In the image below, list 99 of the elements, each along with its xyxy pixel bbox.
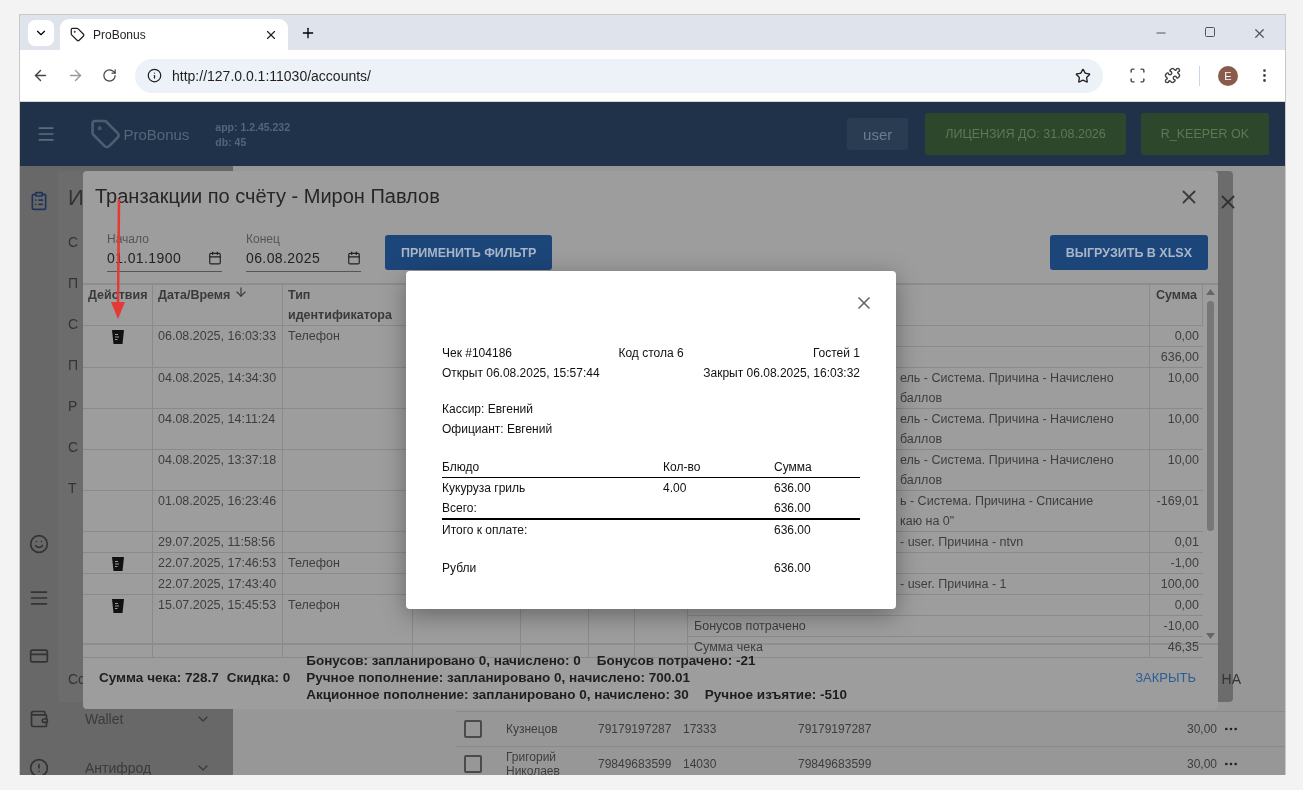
table-cell-text: 14030 <box>683 757 718 771</box>
close-button[interactable]: ЗАКРЫТЬ <box>1129 663 1202 691</box>
apply-filter-button[interactable]: ПРИМЕНИТЬ ФИЛЬТР <box>385 235 553 270</box>
profile-avatar[interactable]: E <box>1218 65 1238 86</box>
opened-time: Открыт 06.08.2025, 15:57:44 <box>442 365 600 382</box>
back-icon[interactable] <box>32 67 49 84</box>
table-cell-text: Кузнецов <box>506 722 559 736</box>
table-cell-text: 30,00 <box>1185 722 1218 736</box>
table-cell: 04.08.2025, 14:11:24 <box>153 409 283 449</box>
summary-text: Ручное пополнение: запланировано 0, начислено: 700.01 <box>306 668 690 686</box>
table-cell: 22.07.2025, 17:46:53 <box>153 553 283 573</box>
table-cell-text: 79849683599 <box>598 757 673 771</box>
table-cell-text: 10,00 <box>1166 370 1200 387</box>
receipt-icon[interactable] <box>111 599 124 613</box>
table-cell: 29.07.2025, 11:58:56 <box>153 532 283 552</box>
extensions-icon[interactable] <box>1164 67 1181 84</box>
table-cell-text: 636.00 <box>774 500 812 517</box>
table-cell-text: Кукуруза гриль <box>442 480 527 497</box>
scrollbar-thumb[interactable] <box>1207 301 1214 531</box>
column-header: Сумма <box>774 459 813 476</box>
waiter-name: Официант: Евгений <box>442 421 554 438</box>
table-cell-text: 4.00 <box>663 480 688 497</box>
table-cell-text: Итого к оплате: <box>442 522 529 539</box>
list-item-text: С <box>68 233 80 252</box>
date-field[interactable]: Конец 06.08.2025 <box>246 232 361 272</box>
table-cell-text: 0,00 <box>1173 328 1200 345</box>
receipt-number: Чек #104186 <box>442 345 513 362</box>
table-cell-text: 10,00 <box>1166 452 1200 469</box>
column-header: Блюдо <box>442 459 481 476</box>
receipt-icon[interactable] <box>111 330 124 344</box>
calendar-icon[interactable] <box>208 251 222 265</box>
table-cell-text: -169,01 <box>1155 493 1200 510</box>
list-item-text: П <box>68 274 80 293</box>
table-cell-text: 10,00 <box>1166 411 1200 428</box>
tag-icon <box>70 27 85 42</box>
calendar-icon[interactable] <box>347 251 361 265</box>
table-cell-text: 79179197287 <box>798 722 873 736</box>
export-button[interactable]: ВЫГРУЗИТЬ В XLSX <box>1049 235 1208 270</box>
table-cell-text: -1,00 <box>1169 555 1200 572</box>
new-tab-icon[interactable] <box>300 25 316 41</box>
dialog-title: И <box>68 185 85 211</box>
column-header[interactable]: Сумма <box>1150 285 1203 325</box>
wallet-icon <box>29 709 49 729</box>
table-cell: Сумма чека <box>688 637 1150 657</box>
tab-title: ProBonus <box>93 27 147 42</box>
table-cell-text: 79849683599 <box>798 757 873 771</box>
tab-list-button[interactable] <box>28 20 54 46</box>
table-cell-text: 0,00 <box>1173 597 1200 614</box>
list-item-text: Р <box>68 397 79 416</box>
cashier-name: Кассир: Евгений <box>442 401 534 418</box>
forward-icon[interactable] <box>67 67 84 84</box>
screen-capture-icon[interactable] <box>1129 67 1146 84</box>
table-cell-text: 30,00 <box>1185 757 1218 771</box>
row-checkbox[interactable] <box>464 720 482 738</box>
table-cell: 15.07.2025, 15:45:53 <box>153 595 283 657</box>
table-code: Код стола 6 <box>618 345 684 362</box>
table-cell-text: 100,00 <box>1159 576 1200 593</box>
summary-text: Скидка: 0 <box>226 669 291 685</box>
table-cell-text: 0,01 <box>1173 534 1200 551</box>
table-cell: 01.08.2025, 16:23:46 <box>153 491 283 531</box>
column-header[interactable]: Дата/Время <box>153 285 283 325</box>
table-cell-text: 17333 <box>683 722 718 736</box>
footer-text: НА <box>1221 671 1241 687</box>
bookmark-star-icon[interactable] <box>1075 67 1091 84</box>
table-cell-text: Рубли <box>442 560 478 577</box>
list-item-text: Т <box>68 479 78 498</box>
table-cell: 06.08.2025, 16:03:33 <box>153 326 283 367</box>
summary-text: Ручное изъятие: -510 <box>704 685 847 703</box>
table-cell: Бонусов потрачено <box>688 616 1150 636</box>
table-cell-text: 636,00 <box>1159 349 1200 366</box>
table-cell: 04.08.2025, 13:37:18 <box>153 450 283 490</box>
receipt-icon[interactable] <box>111 557 124 571</box>
list-item-text: П <box>68 356 80 375</box>
guest-count: Гостей 1 <box>812 345 860 362</box>
table-cell-text: -10,00 <box>1162 618 1200 635</box>
browser-tab[interactable]: ProBonus <box>60 19 288 50</box>
list-item-text: С <box>68 438 80 457</box>
closed-time: Закрыт 06.08.2025, 16:03:32 <box>703 365 860 382</box>
summary-text: Сумма чека: 728.7 <box>99 669 219 685</box>
maximize-icon[interactable] <box>1204 26 1216 38</box>
table-cell-text: Григорий Николаев <box>506 750 561 775</box>
info-icon[interactable] <box>147 68 162 83</box>
table-cell-text: 79179197287 <box>598 722 673 736</box>
address-bar[interactable]: http://127.0.0.1:11030/accounts/ <box>135 58 1103 93</box>
table-cell: 22.07.2025, 17:43:40 <box>153 574 283 594</box>
close-window-icon[interactable] <box>1252 26 1267 41</box>
list-item-text: С <box>68 315 80 334</box>
summary-text: Акционное пополнение: запланировано 0, начислено: 30 <box>306 685 689 703</box>
table-cell-text: 636.00 <box>774 560 812 577</box>
table-cell-text: 46,35 <box>1166 639 1200 656</box>
table-cell: 04.08.2025, 14:34:30 <box>153 368 283 408</box>
table-cell-text: Всего: <box>442 500 478 517</box>
clipboard-icon[interactable] <box>29 191 49 211</box>
logo-icon <box>90 117 122 151</box>
user-badge: user <box>847 118 909 150</box>
alert-icon <box>29 758 49 775</box>
dialog-title: Транзакции по счёту - Мирон Павлов <box>95 185 440 208</box>
row-checkbox[interactable] <box>464 755 482 773</box>
reload-icon[interactable] <box>102 68 117 83</box>
